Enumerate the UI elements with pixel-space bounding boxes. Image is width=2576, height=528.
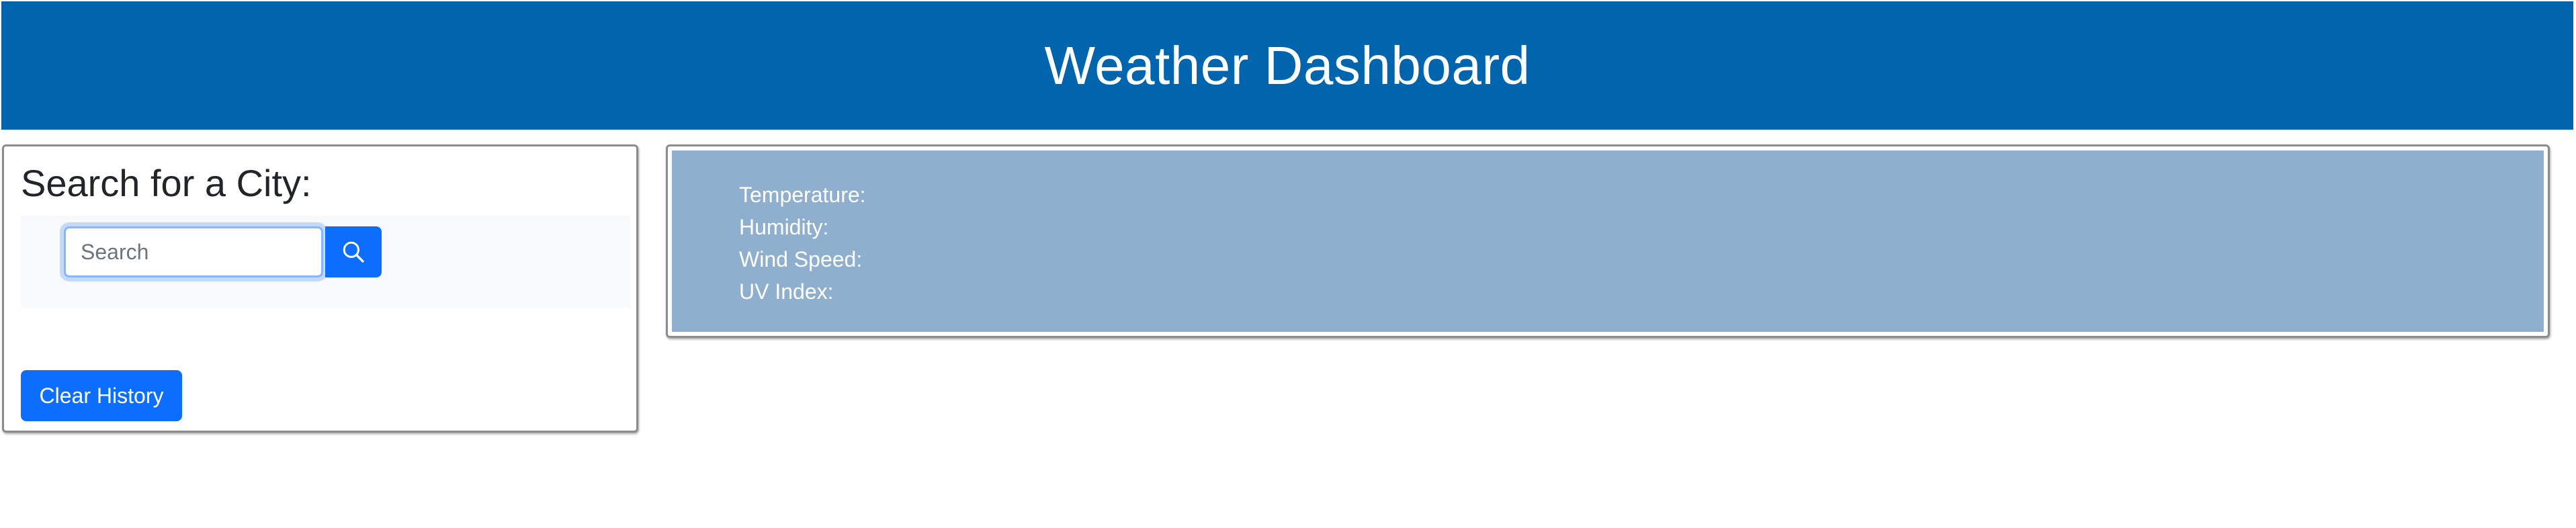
search-panel: Search for a City: Clear History: [2, 144, 638, 433]
wind-speed-label: Wind Speed:: [739, 247, 863, 271]
search-input[interactable]: [64, 226, 323, 277]
current-weather: Temperature: Humidity: Wind Speed: UV In…: [672, 150, 2544, 332]
humidity-label: Humidity:: [739, 215, 829, 239]
weather-panel: Temperature: Humidity: Wind Speed: UV In…: [666, 144, 2550, 338]
search-panel-title: Search for a City:: [21, 162, 312, 204]
page-title: Weather Dashboard: [1044, 35, 1531, 95]
uv-index-label: UV Index:: [739, 279, 834, 304]
page-header: Weather Dashboard: [1, 1, 2573, 130]
search-form: [21, 216, 630, 308]
temperature-label: Temperature:: [739, 183, 866, 207]
search-icon: [343, 241, 364, 263]
search-button[interactable]: [325, 226, 382, 277]
weather-details-list: Temperature: Humidity: Wind Speed: UV In…: [739, 179, 866, 308]
clear-history-button[interactable]: Clear History: [21, 370, 182, 421]
